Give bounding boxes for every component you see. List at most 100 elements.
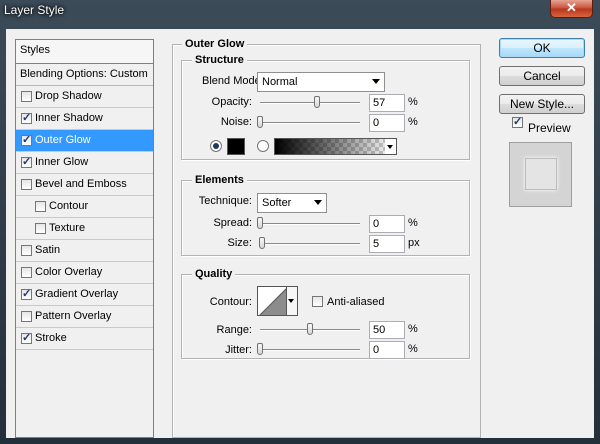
- style-item-label: Gradient Overlay: [35, 288, 119, 300]
- opacity-slider[interactable]: [260, 102, 360, 104]
- style-item-bevel-and-emboss[interactable]: Bevel and Emboss: [16, 174, 153, 196]
- layer-style-window: Layer Style ✕ Styles Blending Options: C…: [0, 0, 600, 444]
- spread-input[interactable]: 0: [369, 215, 405, 233]
- cancel-button[interactable]: Cancel: [499, 66, 585, 86]
- style-item-label: Stroke: [35, 332, 67, 344]
- preview-swatch: [525, 158, 557, 190]
- preview-label: Preview: [528, 121, 571, 135]
- blend-mode-select[interactable]: Normal: [257, 72, 385, 92]
- style-item-label: Satin: [35, 244, 61, 256]
- style-item-inner-glow[interactable]: Inner Glow: [16, 152, 153, 174]
- noise-input[interactable]: 0: [369, 114, 405, 132]
- spread-label: Spread:: [213, 217, 252, 229]
- new-style-button[interactable]: New Style...: [499, 94, 585, 114]
- gradient-dropdown-arrow[interactable]: [385, 138, 397, 155]
- style-checkbox[interactable]: [21, 179, 32, 190]
- jitter-slider[interactable]: [260, 349, 360, 351]
- style-item-label: Color Overlay: [35, 266, 103, 278]
- style-item-color-overlay[interactable]: Color Overlay: [16, 262, 153, 284]
- spread-slider[interactable]: [260, 223, 360, 225]
- noise-slider[interactable]: [260, 122, 360, 124]
- glow-gradient-picker[interactable]: [274, 138, 396, 155]
- style-item-label: Drop Shadow: [35, 90, 102, 102]
- style-item-label: Pattern Overlay: [35, 310, 112, 322]
- jitter-input[interactable]: 0: [369, 341, 405, 359]
- opacity-input[interactable]: 57: [369, 94, 405, 112]
- style-item-gradient-overlay[interactable]: Gradient Overlay: [16, 284, 153, 306]
- contour-dropdown-arrow[interactable]: [287, 286, 298, 316]
- anti-aliased-checkbox[interactable]: [312, 296, 323, 307]
- style-item-drop-shadow[interactable]: Drop Shadow: [16, 86, 153, 108]
- style-item-inner-shadow[interactable]: Inner Shadow: [16, 108, 153, 130]
- preview-checkbox[interactable]: [512, 115, 523, 128]
- style-item-texture[interactable]: Texture: [16, 218, 153, 240]
- contour-linear-icon: [259, 288, 286, 315]
- spread-slider-thumb[interactable]: [257, 217, 263, 229]
- style-checkbox[interactable]: [21, 111, 32, 124]
- blending-options-item[interactable]: Blending Options: Custom: [16, 64, 153, 86]
- style-checkbox[interactable]: [21, 91, 32, 102]
- style-checkbox[interactable]: [21, 245, 32, 256]
- contour-picker[interactable]: [257, 286, 287, 316]
- style-checkbox[interactable]: [21, 133, 32, 146]
- size-input[interactable]: 5: [369, 235, 405, 253]
- style-checkbox[interactable]: [35, 223, 46, 234]
- chevron-down-icon: [314, 200, 322, 205]
- dialog-client: Styles Blending Options: Custom Drop Sha…: [6, 29, 594, 438]
- technique-label: Technique:: [198, 195, 252, 207]
- quality-title: Quality: [192, 268, 236, 280]
- size-unit: px: [408, 237, 420, 249]
- style-checkbox[interactable]: [21, 331, 32, 344]
- style-item-label: Inner Shadow: [35, 112, 103, 124]
- style-item-label: Bevel and Emboss: [35, 178, 127, 190]
- style-item-label: Inner Glow: [35, 156, 89, 168]
- style-checkbox[interactable]: [21, 287, 32, 300]
- style-preview: [509, 142, 572, 207]
- outer-glow-title: Outer Glow: [182, 38, 248, 50]
- structure-title: Structure: [192, 54, 247, 66]
- noise-slider-thumb[interactable]: [257, 116, 263, 128]
- size-slider[interactable]: [260, 243, 360, 245]
- technique-value: Softer: [262, 197, 292, 209]
- style-item-label: Contour: [49, 200, 89, 212]
- jitter-slider-thumb[interactable]: [257, 343, 263, 355]
- elements-title: Elements: [192, 174, 247, 186]
- opacity-unit: %: [408, 96, 418, 108]
- style-item-label: Texture: [49, 222, 86, 234]
- style-item-pattern-overlay[interactable]: Pattern Overlay: [16, 306, 153, 328]
- style-checkbox[interactable]: [21, 311, 32, 322]
- glow-color-swatch[interactable]: [227, 138, 245, 155]
- style-item-contour[interactable]: Contour: [16, 196, 153, 218]
- technique-select[interactable]: Softer: [257, 193, 327, 213]
- blend-mode-label: Blend Mode:: [202, 75, 264, 87]
- style-item-outer-glow[interactable]: Outer Glow: [16, 130, 153, 152]
- style-checkbox[interactable]: [21, 155, 32, 168]
- range-input[interactable]: 50: [369, 321, 405, 339]
- noise-unit: %: [408, 116, 418, 128]
- range-slider-thumb[interactable]: [307, 323, 313, 335]
- style-item-stroke[interactable]: Stroke: [16, 328, 153, 350]
- style-checkbox[interactable]: [21, 267, 32, 278]
- range-unit: %: [408, 323, 418, 335]
- size-slider-thumb[interactable]: [259, 237, 265, 249]
- style-item-satin[interactable]: Satin: [16, 240, 153, 262]
- style-item-label: Outer Glow: [35, 134, 91, 146]
- gradient-radio[interactable]: [257, 140, 269, 152]
- solid-color-radio[interactable]: [210, 140, 222, 152]
- ok-button[interactable]: OK: [499, 38, 585, 58]
- style-checkbox[interactable]: [35, 201, 46, 212]
- noise-label: Noise:: [220, 116, 252, 128]
- jitter-unit: %: [408, 343, 418, 355]
- close-button[interactable]: ✕: [550, 0, 593, 18]
- blend-mode-value: Normal: [262, 76, 298, 88]
- spread-unit: %: [408, 217, 418, 229]
- styles-header[interactable]: Styles: [16, 40, 153, 64]
- chevron-down-icon: [372, 79, 380, 84]
- styles-panel: Styles Blending Options: Custom Drop Sha…: [15, 39, 154, 438]
- range-label: Range:: [216, 324, 252, 336]
- opacity-slider-thumb[interactable]: [314, 96, 320, 108]
- opacity-label: Opacity:: [211, 96, 252, 108]
- window-title: Layer Style: [4, 3, 65, 17]
- title-bar[interactable]: Layer Style ✕: [0, 0, 600, 22]
- contour-label: Contour:: [209, 296, 252, 308]
